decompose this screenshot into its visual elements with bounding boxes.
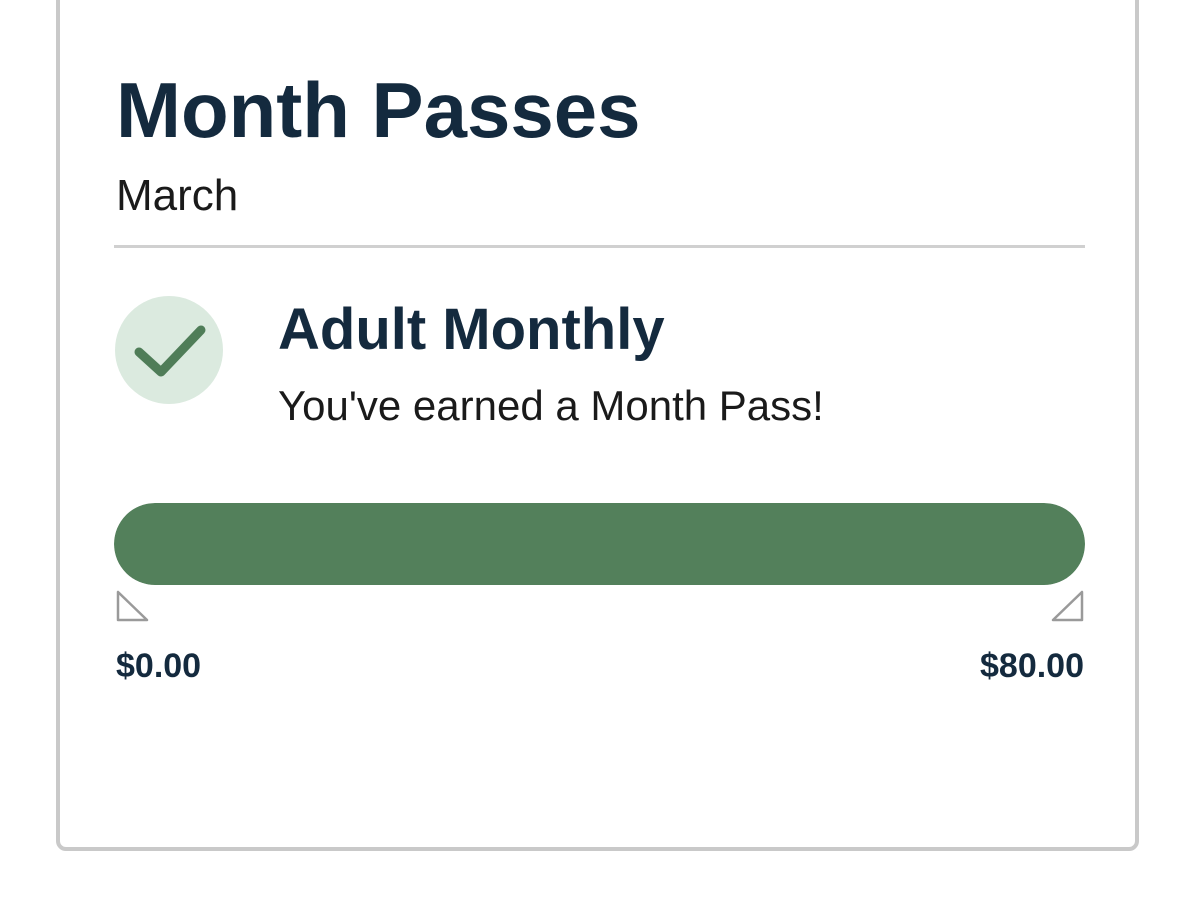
end-marker-icon	[1051, 590, 1084, 622]
divider	[114, 245, 1085, 248]
check-icon	[115, 296, 223, 404]
progress-max-amount: $80.00	[980, 647, 1084, 685]
pass-status-message: You've earned a Month Pass!	[278, 382, 824, 429]
card-title: Month Passes	[116, 66, 641, 154]
progress-bar	[114, 503, 1085, 585]
progress-min-amount: $0.00	[116, 647, 202, 685]
month-label: March	[116, 171, 239, 220]
progress-bar-fill	[114, 503, 1085, 585]
start-marker-icon	[116, 590, 149, 622]
pass-name: Adult Monthly	[278, 297, 665, 362]
